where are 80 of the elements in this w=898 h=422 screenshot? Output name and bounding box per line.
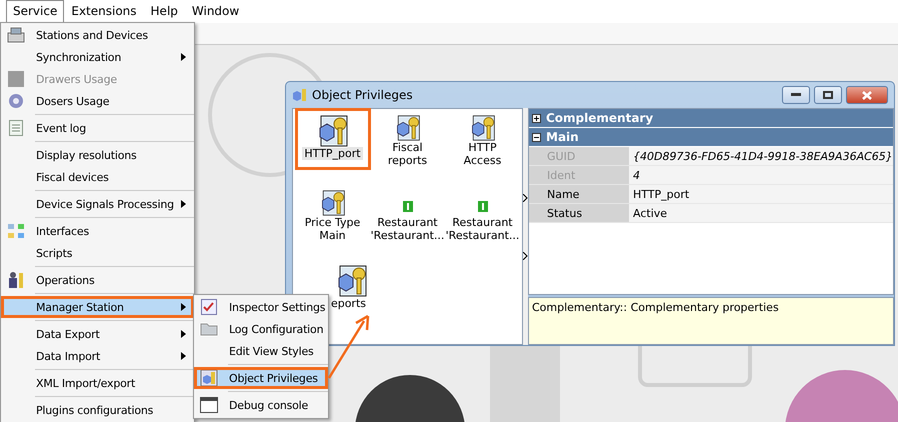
submenu-caret-icon — [181, 303, 186, 311]
menu-item[interactable]: Synchronization — [1, 46, 194, 68]
category-title: Complementary — [546, 111, 654, 125]
window-title: Object Privileges — [312, 88, 414, 102]
window-icon — [200, 397, 218, 413]
checklist-icon — [201, 299, 217, 315]
square-icon — [8, 71, 24, 87]
object-label: Restaurant 'Restaurant... — [444, 216, 520, 242]
description-panel: Complementary:: Complementary properties — [528, 297, 894, 345]
maximize-icon — [823, 91, 833, 99]
menu-item[interactable]: Inspector Settings — [194, 296, 328, 318]
object-label: Fiscal reports — [386, 141, 428, 167]
object-item[interactable]: Restaurant 'Restaurant... — [372, 186, 442, 242]
collapse-icon[interactable] — [532, 132, 541, 142]
number-badge-icon — [478, 201, 488, 212]
property-name: Name — [529, 185, 629, 203]
folder-icon — [200, 322, 218, 336]
object-label: eports — [330, 297, 367, 310]
menu-item[interactable]: Event log — [1, 117, 194, 139]
key-cube-icon — [292, 87, 308, 103]
menu-item[interactable]: Data Export — [1, 323, 194, 345]
diagram-icon — [7, 223, 25, 239]
maximize-button[interactable] — [814, 86, 842, 104]
category-header[interactable]: Complementary — [529, 109, 893, 128]
menu-bar-item[interactable]: Window — [184, 0, 246, 23]
menu-bar-item[interactable]: Service — [6, 0, 64, 23]
object-item[interactable]: Restaurant 'Restaurant... — [448, 186, 518, 242]
menu-item[interactable]: Dosers Usage — [1, 90, 194, 112]
menu-item[interactable]: Fiscal devices — [1, 166, 194, 188]
menu-item[interactable]: Object Privileges — [194, 367, 328, 389]
key-cube-icon — [200, 369, 218, 387]
menu-item[interactable]: Display resolutions — [1, 144, 194, 166]
property-name: Ident — [529, 166, 629, 184]
object-label: HTTP_port — [302, 147, 363, 160]
menu-item[interactable]: Edit View Styles — [194, 340, 328, 362]
menu-item[interactable]: Debug console — [194, 394, 328, 416]
chevron-right-icon — [523, 252, 528, 260]
property-name: GUID — [529, 147, 629, 165]
document-icon — [9, 120, 23, 136]
menu-item[interactable]: Log Configuration — [194, 318, 328, 340]
object-label: HTTP Access — [462, 141, 502, 167]
minimize-button[interactable] — [782, 86, 810, 104]
close-icon — [862, 90, 872, 100]
menu-item[interactable]: XML Import/export — [1, 372, 194, 394]
expand-icon[interactable] — [532, 114, 541, 122]
object-label: Price Type Main — [304, 216, 362, 242]
menu-item[interactable]: Stations and Devices — [1, 24, 194, 46]
property-value[interactable]: Active — [629, 204, 893, 222]
menu-item[interactable]: Scripts — [1, 242, 194, 264]
menu-item[interactable]: Manager Station — [1, 296, 194, 318]
object-item[interactable]: HTTP Access — [448, 111, 518, 167]
annotation-arrow — [326, 315, 372, 381]
menu-item[interactable]: Interfaces — [1, 220, 194, 242]
submenu-caret-icon — [181, 200, 186, 208]
gear-icon — [8, 93, 24, 109]
cube-key-icon — [316, 115, 348, 147]
object-item[interactable]: eports — [328, 261, 368, 317]
chevron-right-icon — [523, 194, 528, 202]
object-label: Restaurant 'Restaurant... — [370, 216, 446, 242]
menu-bar-item[interactable]: Extensions — [64, 0, 144, 23]
category-title: Main — [546, 130, 579, 144]
number-badge-icon — [402, 201, 412, 212]
menu-item[interactable]: Operations — [1, 269, 194, 291]
cube-key-icon — [336, 265, 368, 297]
property-value[interactable]: HTTP_port — [629, 185, 893, 203]
submenu-caret-icon — [181, 53, 186, 61]
property-name: Status — [529, 204, 629, 222]
object-item[interactable]: Price Type Main — [298, 186, 368, 242]
menu-item[interactable]: Data Import — [1, 345, 194, 367]
object-item[interactable]: HTTP_port — [298, 111, 368, 167]
person-key-icon — [7, 271, 25, 289]
menu-item[interactable]: Device Signals Processing — [1, 193, 194, 215]
submenu-caret-icon — [181, 352, 186, 360]
menu-item[interactable]: Plugins configurations — [1, 399, 194, 421]
object-item[interactable]: Fiscal reports — [372, 111, 442, 167]
close-button[interactable] — [846, 86, 888, 104]
minimize-icon — [791, 93, 801, 97]
category-header[interactable]: Main — [529, 128, 893, 147]
submenu-caret-icon — [181, 330, 186, 338]
menu-bar-item[interactable]: Help — [144, 0, 185, 23]
